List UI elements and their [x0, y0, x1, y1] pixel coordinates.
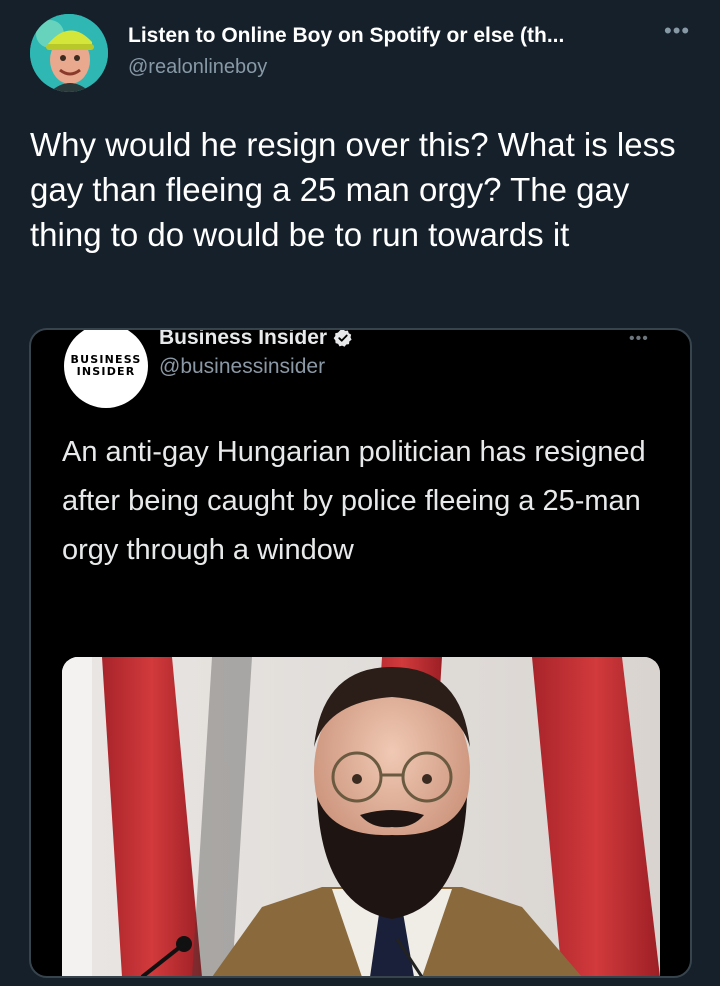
embedded-display-name: Business Insider — [159, 328, 353, 350]
embedded-tweet-screenshot[interactable]: BUSINESS INSIDER Business Insider @busin… — [29, 328, 692, 978]
avatar[interactable] — [30, 14, 108, 92]
more-options-icon[interactable]: ••• — [664, 20, 690, 48]
politician-photo-image — [62, 657, 660, 976]
tweet: Listen to Online Boy on Spotify or else … — [0, 0, 720, 986]
embedded-display-name-text: Business Insider — [159, 328, 328, 349]
tweet-text: Why would he resign over this? What is l… — [30, 126, 676, 253]
user-handle[interactable]: @realonlineboy — [128, 56, 267, 79]
embedded-photo — [62, 657, 660, 976]
verified-badge-icon — [333, 330, 352, 347]
embedded-more-icon: ••• — [629, 330, 649, 347]
embedded-handle: @businessinsider — [159, 355, 326, 378]
business-insider-logo: BUSINESS INSIDER — [64, 330, 148, 408]
avatar-image — [30, 14, 108, 92]
display-name[interactable]: Listen to Online Boy on Spotify or else … — [128, 24, 564, 48]
logo-line-2: INSIDER — [76, 365, 136, 378]
embedded-tweet-text: An anti-gay Hungarian politician has res… — [62, 436, 646, 566]
